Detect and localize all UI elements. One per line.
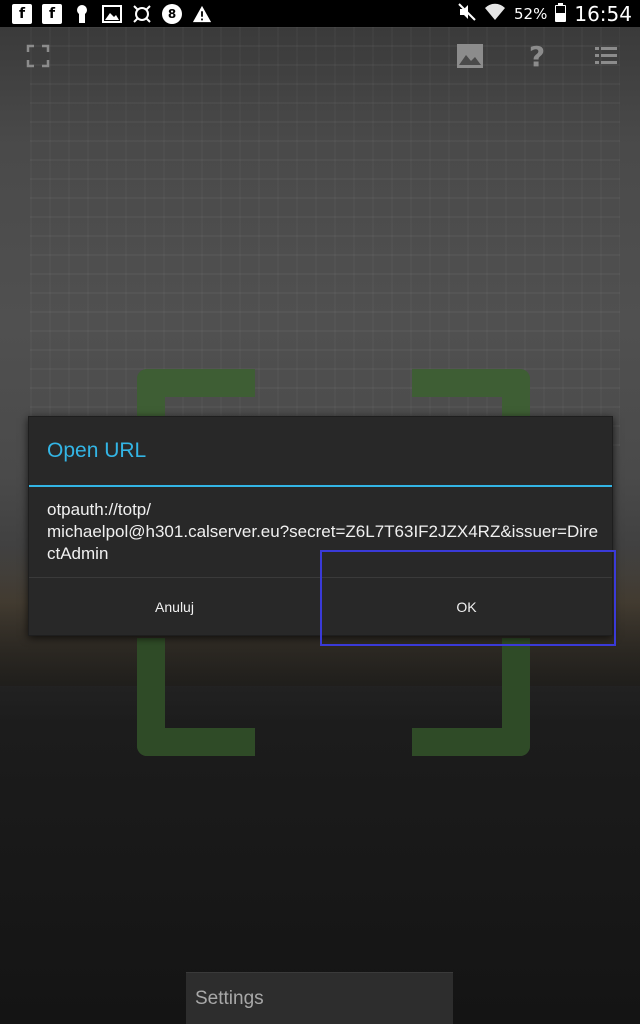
keyhole-icon xyxy=(72,4,92,24)
ok-button-highlight xyxy=(320,550,616,646)
battery-icon xyxy=(555,3,567,22)
cancel-button[interactable]: Anuluj xyxy=(29,578,321,636)
image-icon xyxy=(102,4,122,24)
settings-label: Settings xyxy=(195,988,264,1009)
settings-menu-item[interactable]: Settings xyxy=(186,972,453,1024)
facebook-icon: f xyxy=(42,3,62,24)
viewfinder-corner xyxy=(137,638,255,756)
help-icon[interactable]: ? xyxy=(521,40,553,73)
wifi-icon xyxy=(484,3,506,25)
viewfinder-corner xyxy=(412,638,530,756)
screen: f f 8 52% 16:54 ? Open URL otpauth://tot… xyxy=(0,0,640,1024)
gallery-icon[interactable] xyxy=(454,40,486,72)
avast-icon xyxy=(132,4,152,24)
camera-scene xyxy=(30,26,620,446)
history-icon[interactable] xyxy=(590,40,622,72)
dialog-title-divider xyxy=(29,485,612,487)
fullscreen-icon[interactable] xyxy=(22,40,54,72)
notification-icons: f f 8 xyxy=(12,3,212,24)
system-indicators: 52% 16:54 xyxy=(458,0,632,27)
battery-percent: 52% xyxy=(514,4,548,23)
status-bar: f f 8 52% 16:54 xyxy=(0,0,640,27)
facebook-icon: f xyxy=(12,3,32,24)
warning-icon xyxy=(192,4,212,24)
dialog-title: Open URL xyxy=(47,439,147,462)
eight-ball-icon: 8 xyxy=(162,3,182,24)
clock: 16:54 xyxy=(574,1,632,26)
mute-icon xyxy=(458,2,476,25)
